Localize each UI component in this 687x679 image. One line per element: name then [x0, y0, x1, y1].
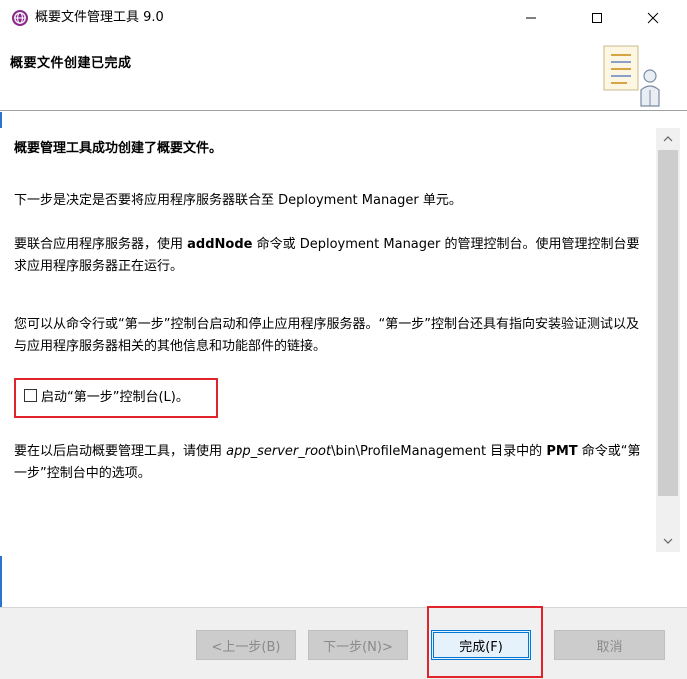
restart-pmt-text: 要在以后启动概要管理工具，请使用 app_server_root\bin\Pro… — [14, 441, 644, 485]
finish-highlight — [427, 606, 543, 678]
first-steps-text: 您可以从命令行或“第一步”控制台启动和停止应用程序服务器。“第一步”控制台还具有… — [14, 317, 639, 354]
chevron-up-icon — [663, 136, 673, 142]
launch-first-steps-option[interactable]: 启动“第一步”控制台(L)。 — [24, 386, 189, 405]
app-server-root-path: app_server_root — [226, 444, 332, 459]
app-globe-icon — [12, 10, 28, 26]
next-step-text: 下一步是决定是否要将应用程序服务器联合至 Deployment Manager … — [14, 193, 462, 208]
cancel-button[interactable]: 取消 — [554, 630, 665, 660]
federate-text-start: 要联合应用程序服务器，使用 — [14, 237, 188, 252]
addnode-command: addNode — [187, 237, 253, 252]
back-button[interactable]: <上一步(B) — [196, 630, 296, 660]
document-with-person-icon — [603, 45, 660, 107]
federate-text: 要联合应用程序服务器，使用 addNode 命令或 Deployment Man… — [14, 234, 644, 278]
pmt-command: PMT — [546, 444, 578, 459]
header-divider-highlight — [0, 111, 687, 112]
next-button[interactable]: 下一步(N)> — [308, 630, 408, 660]
restart-text-start: 要在以后启动概要管理工具，请使用 — [14, 444, 227, 459]
restart-text-path: \bin\ProfileManagement 目录中的 — [331, 444, 547, 459]
minimize-icon — [526, 17, 536, 19]
launch-first-steps-checkbox[interactable] — [24, 389, 37, 402]
content-panel: 概要管理工具成功创建了概要文件。 下一步是决定是否要将应用程序服务器联合至 De… — [0, 128, 656, 556]
window-title: 概要文件管理工具 9.0 — [35, 10, 164, 25]
close-button[interactable] — [630, 0, 676, 36]
launch-first-steps-label[interactable]: 启动“第一步”控制台(L)。 — [41, 386, 189, 405]
scroll-thumb[interactable] — [658, 150, 678, 496]
maximize-button[interactable] — [574, 0, 620, 36]
minimize-button[interactable] — [508, 0, 554, 36]
dialog-window: 概要文件管理工具 9.0 概要文件创建已完成 概要管理工具成功创建了概要文件。 — [0, 0, 687, 679]
scroll-up-button[interactable] — [656, 128, 680, 150]
title-bar[interactable]: 概要文件管理工具 9.0 — [0, 0, 687, 36]
success-heading: 概要管理工具成功创建了概要文件。 — [14, 141, 223, 156]
chevron-down-icon — [663, 538, 673, 544]
vertical-scrollbar[interactable] — [656, 128, 680, 552]
close-icon — [647, 12, 659, 24]
scroll-down-button[interactable] — [656, 530, 680, 552]
wizard-header: 概要文件创建已完成 — [0, 36, 687, 110]
maximize-icon — [592, 13, 602, 23]
page-title: 概要文件创建已完成 — [10, 56, 132, 71]
